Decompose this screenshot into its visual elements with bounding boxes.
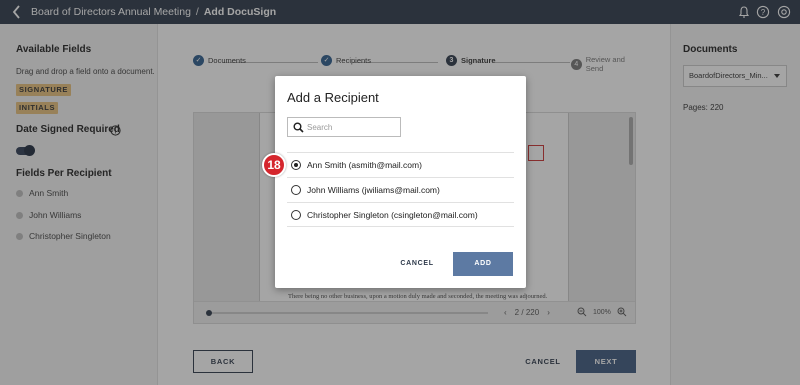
radio-icon[interactable]: [291, 209, 301, 220]
callout-marker: 18: [262, 153, 286, 177]
radio-icon[interactable]: [291, 185, 301, 195]
dialog-title: Add a Recipient: [287, 90, 379, 105]
recipient-option[interactable]: Christopher Singleton (csingleton@mail.c…: [287, 202, 514, 227]
recipient-option[interactable]: John Williams (jwiliams@mail.com): [287, 177, 514, 202]
add-button[interactable]: ADD: [453, 252, 513, 276]
option-label: Christopher Singleton (csingleton@mail.c…: [307, 209, 478, 220]
search-box[interactable]: [287, 117, 401, 137]
radio-selected-icon[interactable]: [291, 160, 301, 170]
recipient-option[interactable]: Ann Smith (asmith@mail.com): [287, 152, 514, 177]
option-label: Ann Smith (asmith@mail.com): [307, 160, 422, 170]
option-label: John Williams (jwiliams@mail.com): [307, 185, 440, 195]
add-recipient-dialog: Add a Recipient Ann Smith (asmith@mail.c…: [275, 76, 526, 288]
search-input[interactable]: [307, 119, 397, 135]
dialog-cancel-button[interactable]: CANCEL: [395, 252, 439, 276]
search-icon: [293, 122, 304, 133]
